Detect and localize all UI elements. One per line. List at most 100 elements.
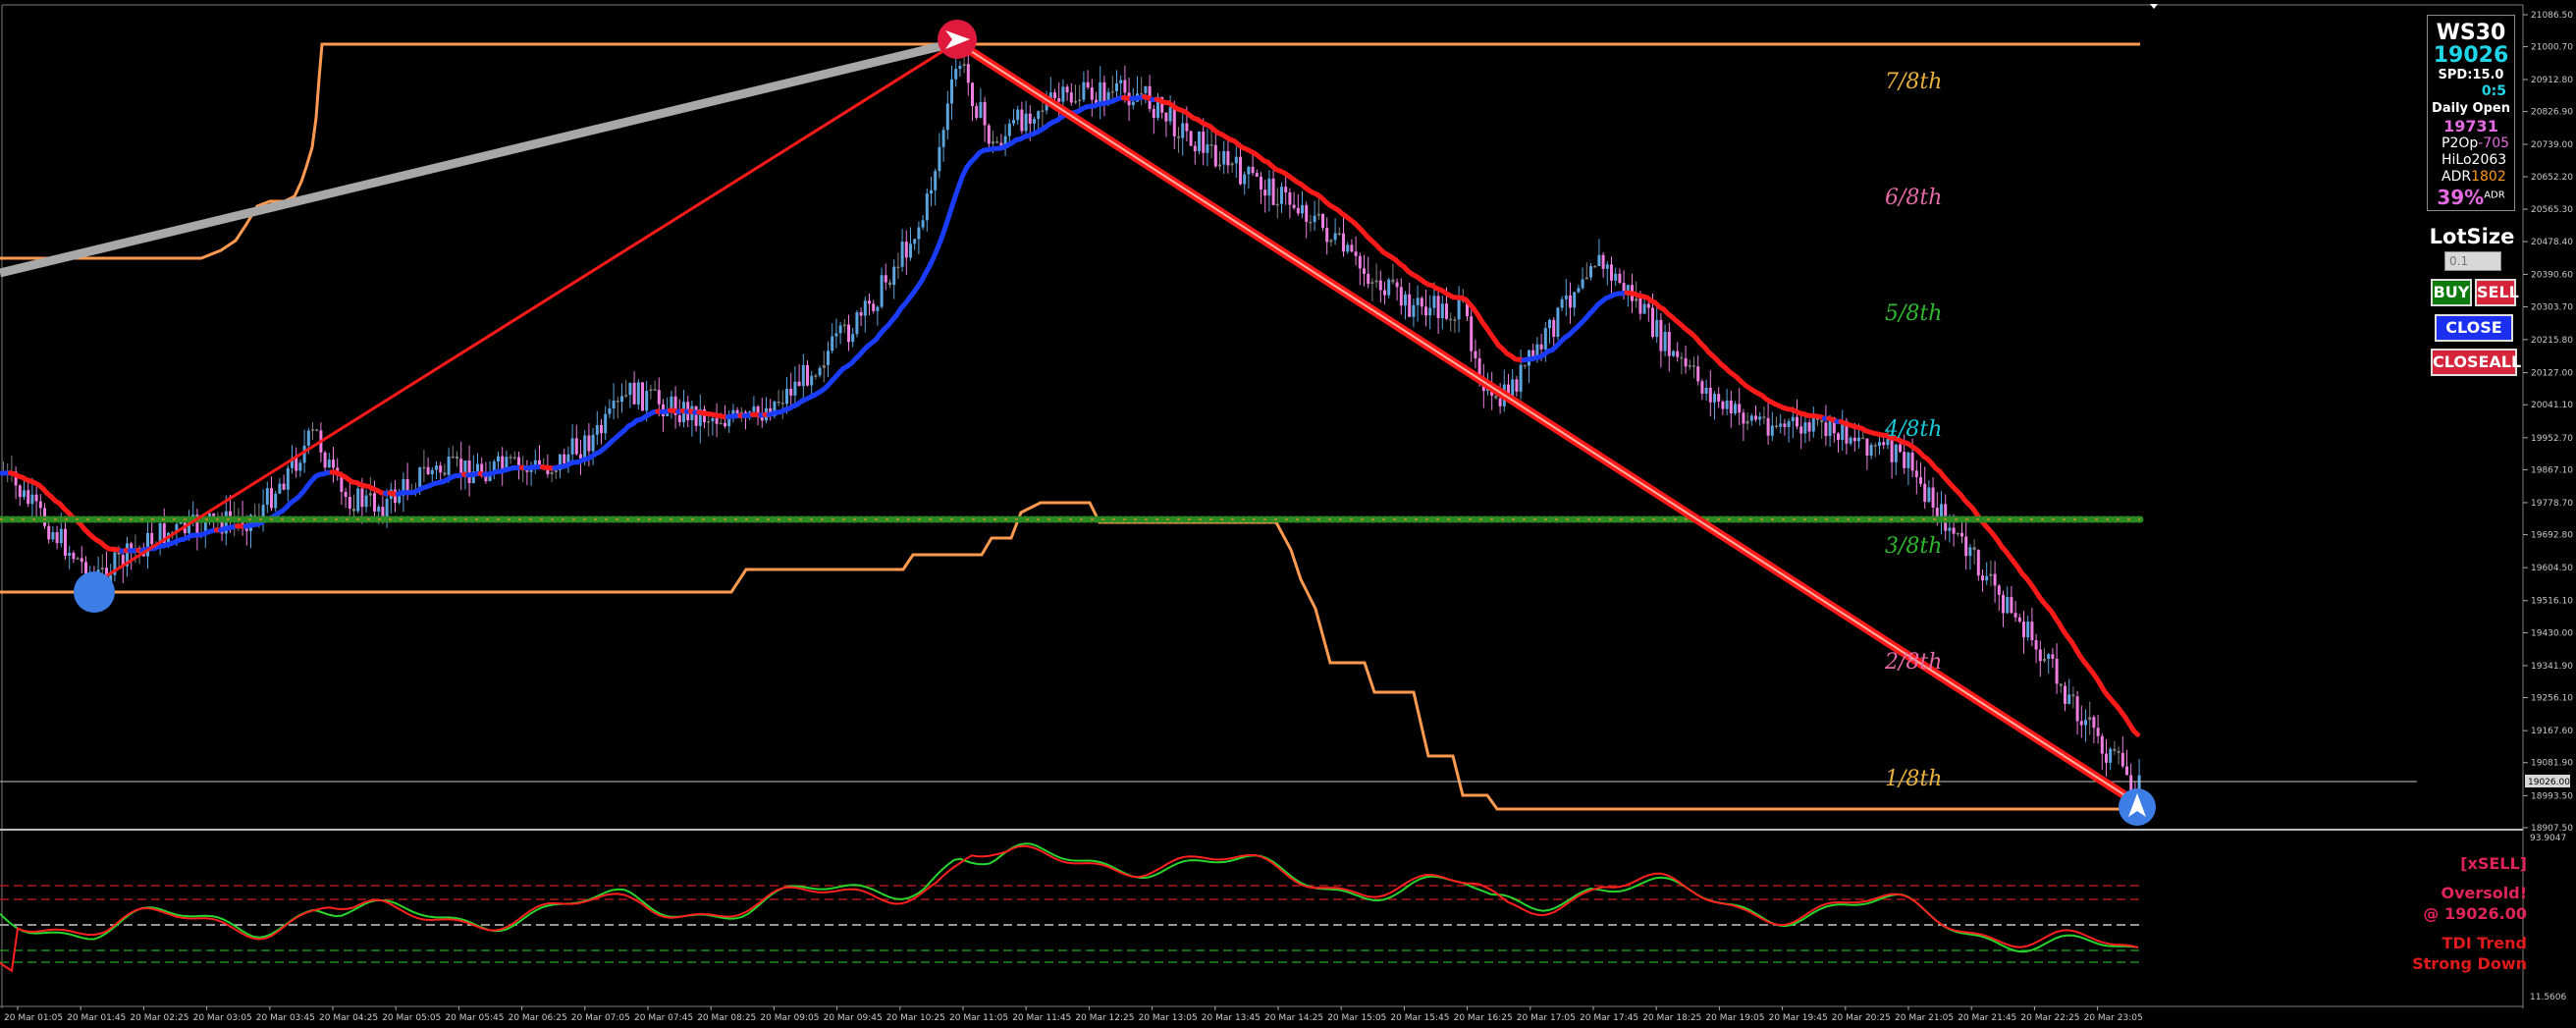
candle-body [1404, 294, 1407, 306]
candle-body [1820, 419, 1824, 423]
candle-body [822, 364, 826, 368]
candle-body [2125, 766, 2128, 776]
candle-body [1700, 381, 1704, 394]
candle-body [1140, 92, 1144, 95]
candle-body [2117, 750, 2120, 753]
candle-body [1960, 532, 1963, 537]
candle-body [1498, 398, 1502, 406]
p2op-row: P2Op -705 [2432, 135, 2510, 152]
candle-body [1734, 404, 1737, 414]
candle-body [501, 456, 505, 469]
adr-pct: 39% [2437, 186, 2485, 209]
candle-body [315, 429, 319, 431]
candle-body [1807, 422, 1811, 432]
time-tick-label: 20 Mar 01:05 [4, 1013, 63, 1023]
candle-body [719, 422, 723, 425]
candle-body [1267, 178, 1271, 196]
candle-body [801, 364, 805, 387]
candle-body [1316, 213, 1320, 216]
lotsize-label: LotSize [2429, 225, 2515, 248]
time-tick-label: 20 Mar 01:45 [67, 1013, 126, 1023]
lotsize-input[interactable] [2444, 251, 2501, 271]
candle-body [1659, 319, 1663, 352]
candle-body [868, 300, 871, 304]
murrey-level-label: 6/8th [1885, 186, 1942, 210]
svg-text:19026.00: 19026.00 [2528, 778, 2570, 787]
candle-body [1981, 575, 1984, 581]
hilo-row: HiLo 2063 [2432, 152, 2510, 169]
candle-body [59, 528, 63, 544]
candle-body [1284, 187, 1288, 192]
candle-body [323, 452, 327, 468]
candle-body [1305, 204, 1309, 222]
candle-body [1899, 444, 1902, 453]
candle-body [1123, 80, 1127, 93]
adr-row: ADR 1802 [2432, 169, 2510, 186]
candle-body [1189, 131, 1193, 146]
time-tick-label: 20 Mar 21:05 [1895, 1013, 1954, 1023]
candle-body [707, 421, 711, 423]
candle-body [855, 312, 859, 335]
candle-body [1646, 303, 1650, 308]
candle-body [1849, 437, 1852, 444]
candle-body [892, 266, 896, 286]
candle-body [430, 469, 434, 475]
candle-body [574, 438, 578, 455]
candle-body [1288, 191, 1292, 205]
candle-body [632, 382, 636, 405]
candle-body [2013, 613, 2017, 618]
candle-body [645, 391, 649, 411]
time-tick-label: 20 Mar 11:45 [1012, 1013, 1071, 1023]
candle-body [1861, 437, 1865, 440]
candle-body [884, 275, 887, 283]
time-tick-label: 20 Mar 19:45 [1769, 1013, 1828, 1023]
time-tick-label: 20 Mar 04:25 [319, 1013, 378, 1023]
candle-body [1144, 85, 1148, 93]
candle-body [2017, 617, 2021, 622]
candle-body [27, 490, 30, 505]
candle-body [1770, 425, 1774, 436]
zigzag-high-marker [938, 20, 977, 59]
candle-body [863, 300, 867, 316]
candle-body [876, 306, 880, 311]
candle-body [1605, 264, 1609, 269]
indicator-axis-bottom: 11.5606 [2530, 993, 2566, 1002]
candle-body [838, 325, 842, 334]
candle-body [80, 558, 83, 563]
close-button[interactable]: CLOSE [2435, 314, 2513, 342]
candle-body [311, 429, 314, 431]
time-tick-label: 20 Mar 07:45 [634, 1013, 693, 1023]
candle-body [1948, 527, 1952, 531]
trend-value: Strong Down [2412, 954, 2527, 973]
candle-body [945, 103, 949, 131]
candle-body [715, 417, 719, 424]
candle-body [1206, 144, 1209, 153]
candle-body [1168, 107, 1172, 122]
buy-button[interactable]: BUY [2431, 279, 2472, 306]
candle-body [1416, 298, 1420, 305]
candle-body [938, 146, 941, 172]
candle-body [1053, 92, 1056, 99]
chart-area[interactable]: 7/8th 6/8th 5/8th 4/8th 3/8th 2/8th 1/8th 2108… [0, 0, 2576, 1028]
sell-button[interactable]: SELL [2475, 279, 2519, 306]
candle-body [1152, 108, 1155, 119]
candle-body [1457, 299, 1461, 320]
adr-label: ADR [2442, 169, 2472, 185]
candle-body [1016, 109, 1020, 121]
candle-body [1560, 298, 1564, 308]
candle-body [1337, 233, 1341, 236]
candle-body [1061, 86, 1065, 102]
candle-body [595, 425, 599, 435]
candle-body [2006, 597, 2010, 614]
time-tick-label: 20 Mar 17:45 [1580, 1013, 1638, 1023]
price-tick-label: 19256.10 [2531, 694, 2573, 704]
price-tick-label: 19952.70 [2531, 434, 2573, 444]
candle-body [1321, 213, 1324, 229]
candle-body [1198, 131, 1201, 152]
candle-body [1837, 433, 1840, 440]
time-tick-label: 20 Mar 14:25 [1264, 1013, 1323, 1023]
candle-body [2105, 753, 2108, 763]
candle-body [2034, 640, 2038, 650]
closeall-button[interactable]: CLOSEALL [2431, 349, 2521, 376]
price-tick-label: 20565.30 [2531, 205, 2573, 215]
